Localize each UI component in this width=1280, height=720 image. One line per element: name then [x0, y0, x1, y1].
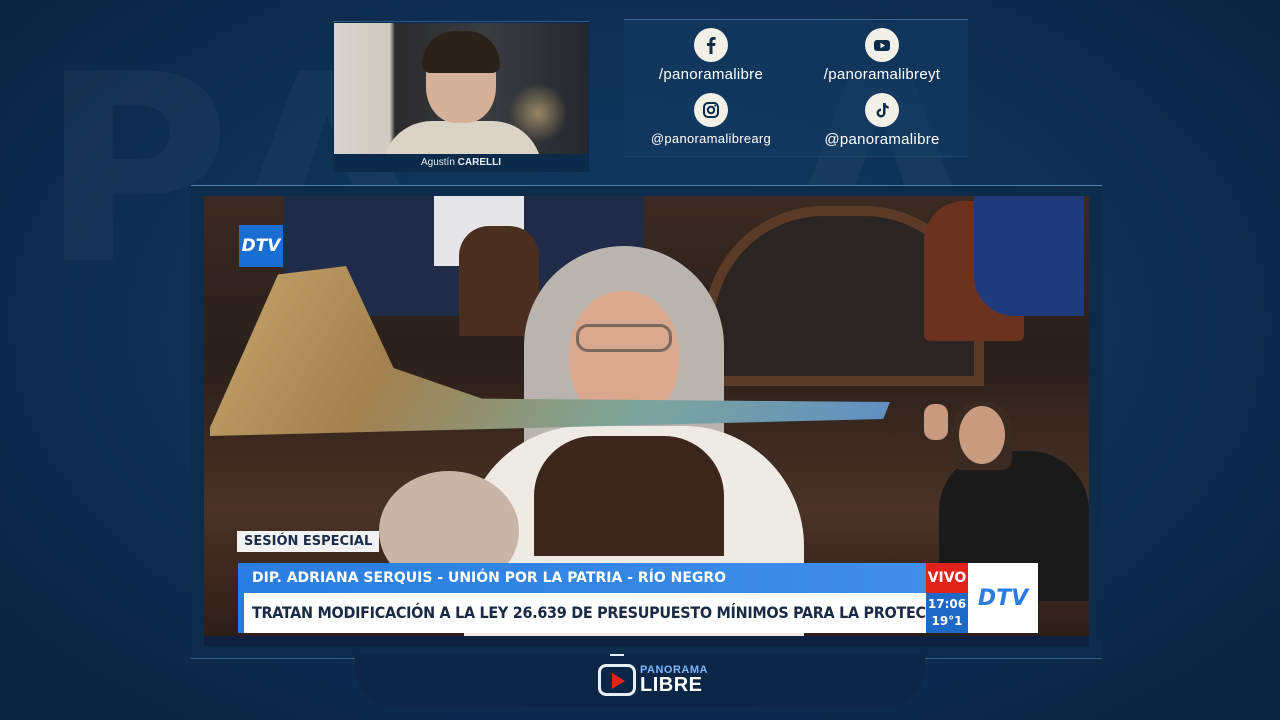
speaker-line: DIP. ADRIANA SERQUIS - UNIÓN POR LA PATR…: [238, 563, 926, 593]
social-facebook[interactable]: /panoramalibre: [646, 28, 776, 83]
clock-time: 17:06: [927, 597, 967, 611]
live-badge: VIVO: [926, 563, 968, 593]
facebook-icon: [694, 28, 728, 62]
broadcast-video: DTV SESIÓN ESPECIAL DIP. ADRIANA SERQUIS…: [204, 196, 1089, 646]
brand-corner-logo: DTV: [968, 563, 1038, 633]
facebook-handle: /panoramalibre: [658, 66, 764, 83]
speaker-glasses: [576, 324, 672, 352]
webcam-panel: Agustín CARELLI: [333, 21, 589, 172]
tiktok-icon: [865, 93, 899, 127]
host-first-name: Agustín: [420, 157, 455, 168]
tiktok-handle: @panoramalibre: [824, 131, 940, 148]
webcam-video: [334, 23, 588, 154]
host-hair: [422, 31, 500, 73]
social-instagram[interactable]: @panoramalibrearg: [646, 93, 776, 146]
instagram-handle: @panoramalibrearg: [650, 131, 772, 146]
instagram-icon: [694, 93, 728, 127]
time-temperature-box: 17:06 19°1: [926, 593, 968, 633]
host-name-caption: Agustín CARELLI: [333, 157, 589, 168]
channel-logo: DTV: [239, 225, 283, 267]
session-tag: SESIÓN ESPECIAL: [237, 531, 380, 552]
interpreter-face: [959, 406, 1005, 464]
background-person-right: [974, 196, 1084, 316]
play-icon: [612, 673, 625, 689]
interpreter-hand: [924, 404, 948, 440]
podium-carving: [534, 436, 724, 556]
logo-word-libre: LIBRE: [640, 674, 703, 696]
temperature: 19°1: [931, 614, 963, 628]
headline-text: TRATAN MODIFICACIÓN A LA LEY 26.639 DE P…: [252, 603, 926, 622]
headline: TRATAN MODIFICACIÓN A LA LEY 26.639 DE P…: [238, 593, 926, 633]
social-tiktok[interactable]: @panoramalibre: [812, 93, 952, 148]
panorama-libre-logo: PANORAMA LIBRE: [598, 652, 708, 704]
ticker-bar: [204, 636, 1089, 646]
social-panel: /panoramalibre /panoramalibreyt @panoram…: [624, 19, 968, 157]
social-youtube[interactable]: /panoramalibreyt: [812, 28, 952, 83]
tv-icon: [598, 664, 636, 696]
youtube-icon: [865, 28, 899, 62]
host-last-name: CARELLI: [457, 157, 502, 168]
youtube-handle: /panoramalibreyt: [823, 66, 941, 83]
